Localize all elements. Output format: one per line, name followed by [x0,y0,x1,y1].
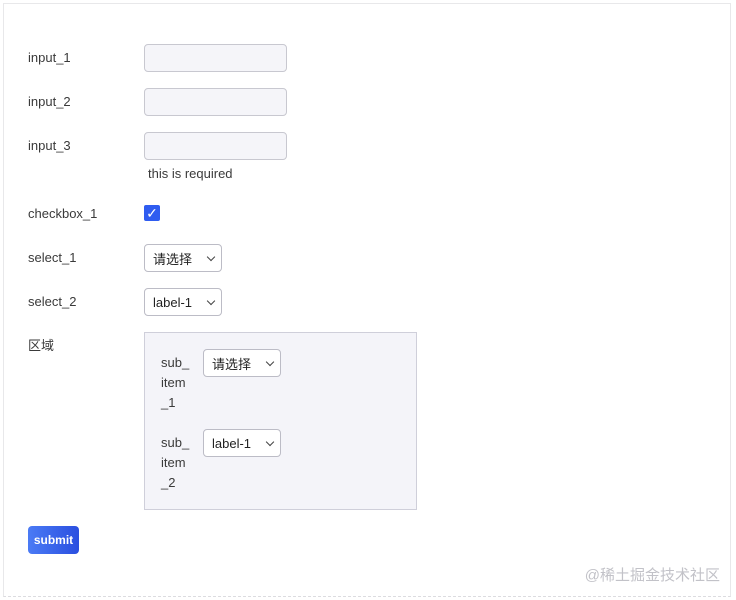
check-icon: ✓ [146,205,158,221]
select-2-value: label-1 [153,294,193,310]
sub-item-2-label: sub_item_2 [161,435,190,490]
select-1-value: 请选择 [153,251,193,267]
input-1-label: input_1 [28,50,71,65]
input-1-field[interactable] [144,44,287,72]
input-3-field[interactable] [144,132,287,160]
chevron-down-icon [265,357,275,366]
chevron-down-icon [206,252,216,261]
submit-button[interactable]: submit [28,526,79,554]
chevron-down-icon [265,437,275,446]
watermark-text: @稀土掘金技术社区 [584,567,720,584]
checkbox-1[interactable]: ✓ [144,205,160,221]
region-group: sub_item_1 请选择 sub_item_2 label-1 [144,332,417,510]
input-2-field[interactable] [144,88,287,116]
sub-item-2-select[interactable]: label-1 [203,429,281,457]
region-label: 区域 [28,338,55,353]
input-3-required-hint: this is required [148,166,233,181]
select-2[interactable]: label-1 [144,288,222,316]
sub-item-1-value: 请选择 [212,356,252,372]
select-2-label: select_2 [28,294,77,309]
sub-item-1-label: sub_item_1 [161,355,190,410]
input-3-label: input_3 [28,138,71,153]
sub-item-2-value: label-1 [212,435,252,451]
chevron-down-icon [206,296,216,305]
checkbox-1-label: checkbox_1 [28,206,98,221]
select-1[interactable]: 请选择 [144,244,222,272]
sub-item-1-select[interactable]: 请选择 [203,349,281,377]
input-2-label: input_2 [28,94,71,109]
select-1-label: select_1 [28,250,77,265]
